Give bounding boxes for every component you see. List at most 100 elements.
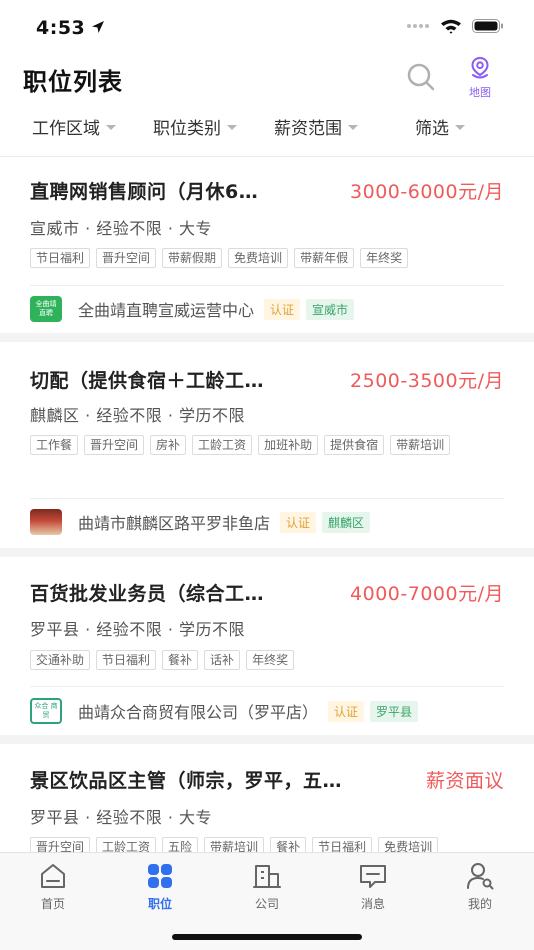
home-icon — [41, 864, 65, 888]
company-name: 曲靖市麒麟区路平罗非鱼店 — [78, 514, 271, 533]
map-label: 地图 — [469, 86, 491, 99]
filter-more[interactable]: 筛选 — [415, 114, 465, 139]
company-logo-text: 众合 商贸 — [34, 702, 58, 719]
chevron-down-icon — [227, 125, 237, 130]
job-meta: 罗平县 · 经验不限 · 大专 — [30, 808, 213, 827]
status-time: 4:53 — [36, 17, 86, 39]
tag: 话补 — [204, 650, 241, 670]
location-arrow-icon — [92, 21, 104, 33]
search-button[interactable] — [406, 62, 436, 92]
chevron-down-icon — [348, 125, 358, 130]
tag: 带薪培训 — [390, 435, 451, 455]
grid-icon — [148, 864, 172, 888]
filter-work-area[interactable]: 工作区域 — [32, 114, 116, 139]
company-logo-text: 全曲靖 直聘 — [35, 300, 57, 317]
tag: 年终奖 — [360, 248, 409, 268]
tag: 免费培训 — [228, 248, 289, 268]
tag: 节日福利 — [96, 650, 157, 670]
job-title: 景区饮品区主管（师宗，罗平，五… — [30, 770, 343, 792]
company-logo — [30, 509, 62, 535]
tab-jobs[interactable]: 职位 — [130, 861, 190, 912]
company-logo: 全曲靖 直聘 — [30, 296, 62, 322]
company-row[interactable]: 曲靖市麒麟区路平罗非鱼店 认证 麒麟区 — [30, 508, 371, 536]
filter-label: 职位类别 — [153, 119, 221, 139]
job-card[interactable]: 直聘网销售顾问（月休6… 3000-6000元/月 宣威市 · 经验不限 · 大… — [0, 157, 534, 333]
tag: 餐补 — [162, 650, 199, 670]
tab-company[interactable]: 公司 — [237, 861, 297, 912]
company-name: 全曲靖直聘宣威运营中心 — [78, 301, 255, 320]
tag: 工作餐 — [30, 435, 79, 455]
card-separator — [0, 548, 534, 557]
certified-badge: 认证 — [328, 700, 365, 722]
certified-badge: 认证 — [280, 511, 317, 533]
status-indicators — [406, 18, 504, 34]
tag-list: 工作餐 晋升空间 房补 工龄工资 加班补助 提供食宿 带薪培训 — [30, 435, 510, 455]
tag: 提供食宿 — [324, 435, 385, 455]
area-badge: 罗平县 — [370, 700, 419, 722]
job-title: 百货批发业务员（综合工… — [30, 583, 265, 605]
job-salary: 2500-3500元/月 — [350, 370, 504, 392]
tag: 年终奖 — [246, 650, 295, 670]
tag: 节日福利 — [30, 248, 91, 268]
tab-label: 职位 — [147, 897, 172, 911]
tab-messages[interactable]: 消息 — [343, 861, 403, 912]
filter-salary-range[interactable]: 薪资范围 — [274, 114, 358, 139]
header: 职位列表 地图 — [0, 56, 534, 102]
tag: 房补 — [150, 435, 187, 455]
wifi-icon — [441, 19, 461, 34]
tag-list: 节日福利 晋升空间 带薪假期 免费培训 带薪年假 年终奖 — [30, 248, 510, 268]
divider — [30, 686, 504, 687]
tag: 晋升空间 — [96, 248, 157, 268]
battery-icon — [472, 19, 503, 33]
home-indicator[interactable] — [172, 934, 362, 940]
signal-dots-icon — [407, 24, 429, 28]
job-card[interactable]: 切配（提供食宿＋工龄工… 2500-3500元/月 麒麟区 · 经验不限 · 学… — [0, 342, 534, 548]
tag: 带薪假期 — [162, 248, 223, 268]
status-bar: 4:53 — [0, 0, 534, 56]
company-logo: 众合 商贸 — [30, 698, 62, 724]
card-separator — [0, 735, 534, 744]
divider — [30, 498, 504, 499]
area-badge: 宣威市 — [306, 298, 355, 320]
job-meta: 麒麟区 · 经验不限 · 学历不限 — [30, 406, 246, 425]
job-meta: 罗平县 · 经验不限 · 学历不限 — [30, 620, 246, 639]
user-search-icon — [467, 863, 494, 890]
card-separator — [0, 333, 534, 342]
tag: 加班补助 — [258, 435, 319, 455]
tab-label: 公司 — [254, 897, 279, 911]
company-row[interactable]: 全曲靖 直聘 全曲靖直聘宣威运营中心 认证 宣威市 — [30, 295, 355, 323]
tab-label: 首页 — [40, 897, 65, 911]
job-title: 切配（提供食宿＋工龄工… — [30, 370, 265, 392]
divider — [30, 285, 504, 286]
tag: 工龄工资 — [192, 435, 253, 455]
tab-label: 我的 — [467, 897, 492, 911]
filter-bar: 工作区域 职位类别 薪资范围 筛选 — [0, 108, 534, 144]
job-card[interactable]: 景区饮品区主管（师宗，罗平，五… 薪资面议 罗平县 · 经验不限 · 大专 晋升… — [0, 744, 534, 864]
tab-home[interactable]: 首页 — [23, 861, 83, 912]
job-title: 直聘网销售顾问（月休6… — [30, 181, 259, 203]
tag-list: 交通补助 节日福利 餐补 话补 年终奖 — [30, 650, 510, 670]
job-card[interactable]: 百货批发业务员（综合工… 4000-7000元/月 罗平县 · 经验不限 · 学… — [0, 557, 534, 735]
building-icon — [253, 865, 281, 888]
job-salary: 4000-7000元/月 — [350, 583, 504, 605]
page-title: 职位列表 — [23, 68, 123, 96]
filter-job-category[interactable]: 职位类别 — [153, 114, 237, 139]
tag: 带薪年假 — [294, 248, 355, 268]
message-icon — [360, 865, 386, 888]
company-name: 曲靖众合商贸有限公司（罗平店） — [78, 703, 319, 722]
map-button[interactable]: 地图 — [462, 56, 498, 100]
tab-profile[interactable]: 我的 — [450, 861, 510, 912]
filter-label: 筛选 — [415, 119, 449, 139]
tag: 晋升空间 — [84, 435, 145, 455]
area-badge: 麒麟区 — [322, 511, 371, 533]
search-icon — [407, 63, 435, 91]
company-row[interactable]: 众合 商贸 曲靖众合商贸有限公司（罗平店） 认证 罗平县 — [30, 697, 419, 725]
tag: 交通补助 — [30, 650, 91, 670]
job-salary: 3000-6000元/月 — [350, 181, 504, 203]
job-meta: 宣威市 · 经验不限 · 大专 — [30, 219, 213, 238]
filter-label: 工作区域 — [32, 119, 100, 139]
chevron-down-icon — [106, 125, 116, 130]
job-salary: 薪资面议 — [425, 770, 504, 792]
map-pin-icon — [471, 56, 489, 79]
chevron-down-icon — [455, 125, 465, 130]
